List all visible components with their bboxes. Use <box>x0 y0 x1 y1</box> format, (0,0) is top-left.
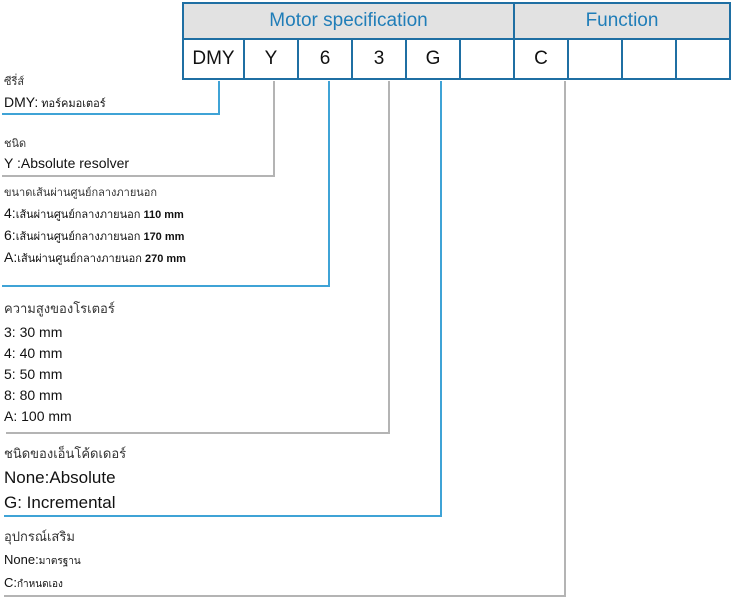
option-code: C: <box>4 575 17 590</box>
series-item: DMY: ทอร์คมอเตอร์ <box>4 94 106 112</box>
height-item: 5: 50 mm <box>4 366 63 382</box>
connector-diameter-vertical <box>328 81 330 287</box>
option-desc: มาตรฐาน <box>38 556 81 567</box>
connector-option-horizontal <box>4 595 566 597</box>
option-title: อุปกรณ์เสริม <box>4 529 75 544</box>
code-cell-blank <box>675 38 731 80</box>
code-cell-series: DMY <box>182 38 245 80</box>
diameter-item: 4:เส้นผ่านศูนย์กลางภายนอก 110 mm <box>4 205 184 223</box>
encoder-title: ชนิดของเอ็นโค้ดเดอร์ <box>4 446 127 461</box>
option-code: None: <box>4 552 39 567</box>
model-code-table: Motor specification Function DMY Y 6 3 G… <box>182 2 731 80</box>
code-cell-height: 3 <box>351 38 407 80</box>
connector-series-vertical <box>218 81 220 114</box>
encoder-item: G: Incremental <box>4 493 116 512</box>
code-cell-encoder: G <box>405 38 461 80</box>
code-cell-blank <box>567 38 623 80</box>
type-desc: Absolute resolver <box>20 155 130 171</box>
diameter-code: 6: <box>4 227 16 243</box>
height-title: ความสูงของโรเตอร์ <box>4 301 115 316</box>
series-code: DMY: <box>4 94 39 110</box>
type-title: ชนิด <box>4 138 27 150</box>
series-desc: ทอร์คมอเตอร์ <box>38 98 106 110</box>
connector-encoder-vertical <box>440 81 442 517</box>
diameter-title: ขนาดเส้นผ่านศูนย์กลางภายนอก <box>4 187 158 199</box>
connector-series-horizontal <box>2 113 220 115</box>
connector-encoder-horizontal <box>4 515 442 517</box>
height-item: 8: 80 mm <box>4 387 63 403</box>
type-item: Y :Absolute resolver <box>4 155 129 171</box>
diameter-value: 270 mm <box>141 253 186 265</box>
diameter-code: A: <box>4 249 18 265</box>
diameter-desc: เส้นผ่านศูนย์กลางภายนอก <box>15 231 141 243</box>
code-cell-blank <box>459 38 515 80</box>
function-header: Function <box>513 2 731 40</box>
diameter-value: 170 mm <box>140 231 185 243</box>
connector-option-vertical <box>564 81 566 597</box>
diameter-code: 4: <box>4 205 16 221</box>
series-title: ซีรี่ส์ <box>4 76 25 88</box>
diameter-desc: เส้นผ่านศูนย์กลางภายนอก <box>15 209 141 221</box>
diameter-desc: เส้นผ่านศูนย์กลางภายนอก <box>17 253 142 265</box>
code-cell-diameter: 6 <box>297 38 353 80</box>
connector-height-horizontal <box>6 432 390 434</box>
diameter-item: A:เส้นผ่านศูนย์กลางภายนอก 270 mm <box>4 249 186 267</box>
height-item: A: 100 mm <box>4 408 72 424</box>
connector-height-vertical <box>388 81 390 434</box>
option-item: None:มาตรฐาน <box>4 552 81 569</box>
encoder-item: None:Absolute <box>4 468 116 487</box>
connector-type-horizontal <box>2 175 275 177</box>
diameter-item: 6:เส้นผ่านศูนย์กลางภายนอก 170 mm <box>4 227 184 245</box>
motor-specification-header: Motor specification <box>182 2 515 40</box>
diameter-value: 110 mm <box>140 209 184 221</box>
code-cell-type: Y <box>243 38 299 80</box>
code-cell-option: C <box>513 38 569 80</box>
height-item: 4: 40 mm <box>4 345 63 361</box>
option-item: C:กำหนดเอง <box>4 575 63 592</box>
option-desc: กำหนดเอง <box>17 579 63 590</box>
code-cell-blank <box>621 38 677 80</box>
type-code: Y : <box>4 155 21 171</box>
connector-type-vertical <box>273 81 275 176</box>
height-item: 3: 30 mm <box>4 324 63 340</box>
connector-diameter-horizontal <box>2 285 330 287</box>
